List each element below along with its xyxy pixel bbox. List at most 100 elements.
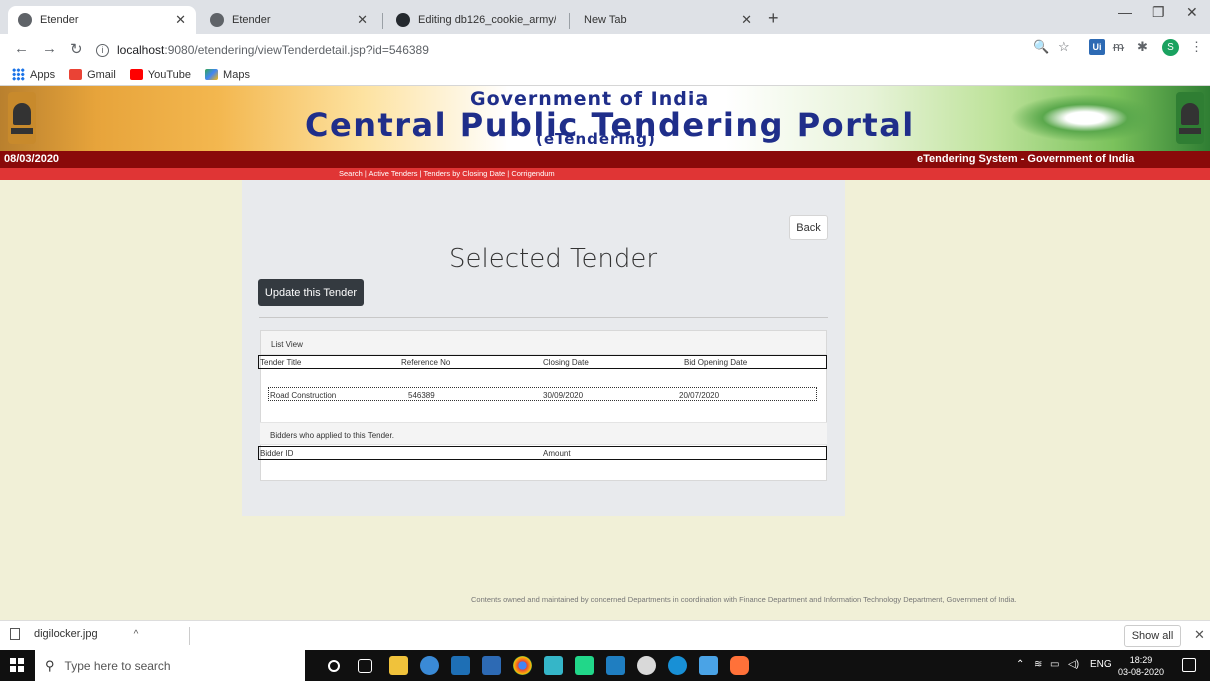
app-icon[interactable] [699, 656, 718, 675]
column-header: Tender Title [260, 358, 302, 367]
tab-etender-2[interactable]: Etender ✕ [200, 6, 378, 34]
tender-table-header: Tender Title Reference No Closing Date B… [258, 355, 827, 369]
pycharm-icon[interactable] [575, 656, 594, 675]
show-all-button[interactable]: Show all [1124, 625, 1181, 647]
maximize-button[interactable]: ❐ [1152, 4, 1165, 21]
teamviewer-icon[interactable] [668, 656, 687, 675]
opening-date-cell: 20/07/2020 [679, 391, 720, 400]
bookmark-apps[interactable]: Apps [12, 68, 55, 81]
status-bar: 08/03/2020 eTendering System - Governmen… [0, 151, 1210, 168]
notification-icon[interactable] [1182, 658, 1196, 672]
bookmark-gmail[interactable]: Gmail [69, 69, 116, 81]
clock-time: 18:29 [1129, 655, 1153, 665]
national-emblem-icon [1176, 92, 1204, 144]
table-row[interactable]: Road Construction 546389 30/09/2020 20/0… [268, 387, 817, 401]
download-item[interactable]: digilocker.jpg ^ [10, 628, 138, 640]
file-icon [10, 628, 20, 640]
bookmark-label: YouTube [147, 68, 192, 81]
uipath-icon[interactable] [482, 656, 501, 675]
youtube-icon [129, 69, 143, 80]
back-button[interactable]: Back [789, 215, 828, 240]
zoom-icon[interactable]: 🔍 [1033, 39, 1049, 55]
update-tender-button[interactable]: Update this Tender [258, 279, 364, 306]
address-bar[interactable]: i localhost:9080/etendering/viewTenderde… [96, 39, 656, 61]
file-explorer-icon[interactable] [389, 656, 408, 675]
chrome-icon[interactable] [513, 656, 532, 675]
bookmark-maps[interactable]: Maps [205, 69, 250, 81]
column-header: Amount [543, 449, 571, 458]
battery-icon[interactable]: ▭ [1050, 659, 1059, 670]
bookmarks-bar: Apps Gmail YouTube Maps [0, 64, 1210, 86]
language-indicator[interactable]: ENG [1090, 659, 1112, 670]
taskbar-search[interactable]: ⚲ Type here to search [35, 650, 305, 681]
maps-icon [205, 69, 219, 80]
extension-icon[interactable]: ᵯ [1113, 39, 1124, 54]
close-window-button[interactable]: ✕ [1186, 4, 1198, 21]
list-view-header: List View [261, 331, 826, 355]
brave-icon[interactable] [730, 656, 749, 675]
puzzle-icon[interactable]: ✱ [1137, 39, 1148, 55]
task-view-icon[interactable] [358, 659, 372, 673]
chevron-up-icon[interactable]: ⌃ [1016, 659, 1024, 670]
minimize-button[interactable]: — [1118, 4, 1132, 20]
cortana-icon[interactable] [328, 660, 340, 672]
column-header: Reference No [401, 358, 451, 367]
forward-arrow-icon[interactable]: → [42, 40, 57, 57]
nav-links[interactable]: Search | Active Tenders | Tenders by Clo… [339, 169, 555, 178]
close-icon[interactable]: ✕ [741, 12, 752, 28]
banner-etendering-title: (eTendering) [536, 130, 656, 148]
system-title: eTendering System - Government of India [917, 153, 1135, 165]
divider [259, 317, 828, 318]
windows-start-icon[interactable] [10, 658, 24, 672]
national-emblem-icon [8, 92, 36, 144]
browser-toolbar: ← → ↻ i localhost:9080/etendering/viewTe… [0, 34, 1210, 64]
system-clock[interactable]: 18:29 03-08-2020 [1118, 654, 1164, 678]
column-header: Bidder ID [260, 449, 294, 458]
mail-icon[interactable] [606, 656, 625, 675]
new-tab-button[interactable]: + [768, 8, 779, 29]
bookmark-youtube[interactable]: YouTube [129, 68, 192, 81]
tab-newtab[interactable]: New Tab ✕ [574, 6, 762, 34]
bookmark-label: Maps [223, 68, 250, 81]
wifi-icon[interactable]: ≋ [1034, 659, 1042, 670]
reference-cell: 546389 [408, 391, 435, 400]
tender-title-cell: Road Construction [270, 391, 337, 400]
portal-banner: Government of India Central Public Tende… [0, 86, 1210, 151]
settings-gear-icon[interactable] [637, 656, 656, 675]
close-icon[interactable]: ✕ [1194, 627, 1205, 643]
volume-icon[interactable]: ◁) [1068, 659, 1079, 670]
star-icon[interactable]: ☆ [1058, 39, 1070, 55]
tab-github[interactable]: Editing db126_cookie_army/erro [386, 6, 566, 34]
tab-title: Editing db126_cookie_army/erro [418, 14, 556, 26]
windows-taskbar: ⚲ Type here to search ⌃ ≋ ▭ ◁) ENG 18:29… [0, 650, 1210, 681]
uipath-extension-icon[interactable]: Ui [1089, 39, 1105, 55]
profile-avatar[interactable]: S [1162, 39, 1179, 56]
reload-icon[interactable]: ↻ [70, 40, 83, 58]
url-host: localhost [117, 43, 165, 57]
tab-etender-1[interactable]: Etender ✕ [8, 6, 196, 34]
tab-title: Etender [232, 14, 271, 26]
tab-separator [569, 13, 570, 29]
globe-icon [18, 13, 32, 27]
close-icon[interactable]: ✕ [357, 12, 368, 28]
closing-date-cell: 30/09/2020 [543, 391, 584, 400]
close-icon[interactable]: ✕ [175, 12, 186, 28]
current-date: 08/03/2020 [4, 153, 60, 165]
search-placeholder: Type here to search [64, 658, 171, 673]
tab-title: New Tab [584, 14, 627, 26]
menu-dots-icon[interactable]: ⋮ [1190, 39, 1203, 55]
chevron-up-icon[interactable]: ^ [134, 629, 139, 640]
github-icon [396, 13, 410, 27]
apps-grid-icon [12, 68, 25, 81]
info-icon[interactable]: i [96, 43, 109, 57]
back-arrow-icon[interactable]: ← [14, 40, 29, 57]
eclipse-icon[interactable] [544, 656, 563, 675]
download-filename: digilocker.jpg [34, 628, 98, 640]
clock-date: 03-08-2020 [1118, 667, 1165, 677]
column-header: Bid Opening Date [684, 358, 748, 367]
bidders-header: Bidders who applied to this Tender. [260, 422, 827, 445]
edge-icon[interactable] [420, 656, 439, 675]
bidder-table-header: Bidder ID Amount [258, 446, 827, 460]
banner-flag-art [1010, 94, 1160, 142]
vscode-icon[interactable] [451, 656, 470, 675]
